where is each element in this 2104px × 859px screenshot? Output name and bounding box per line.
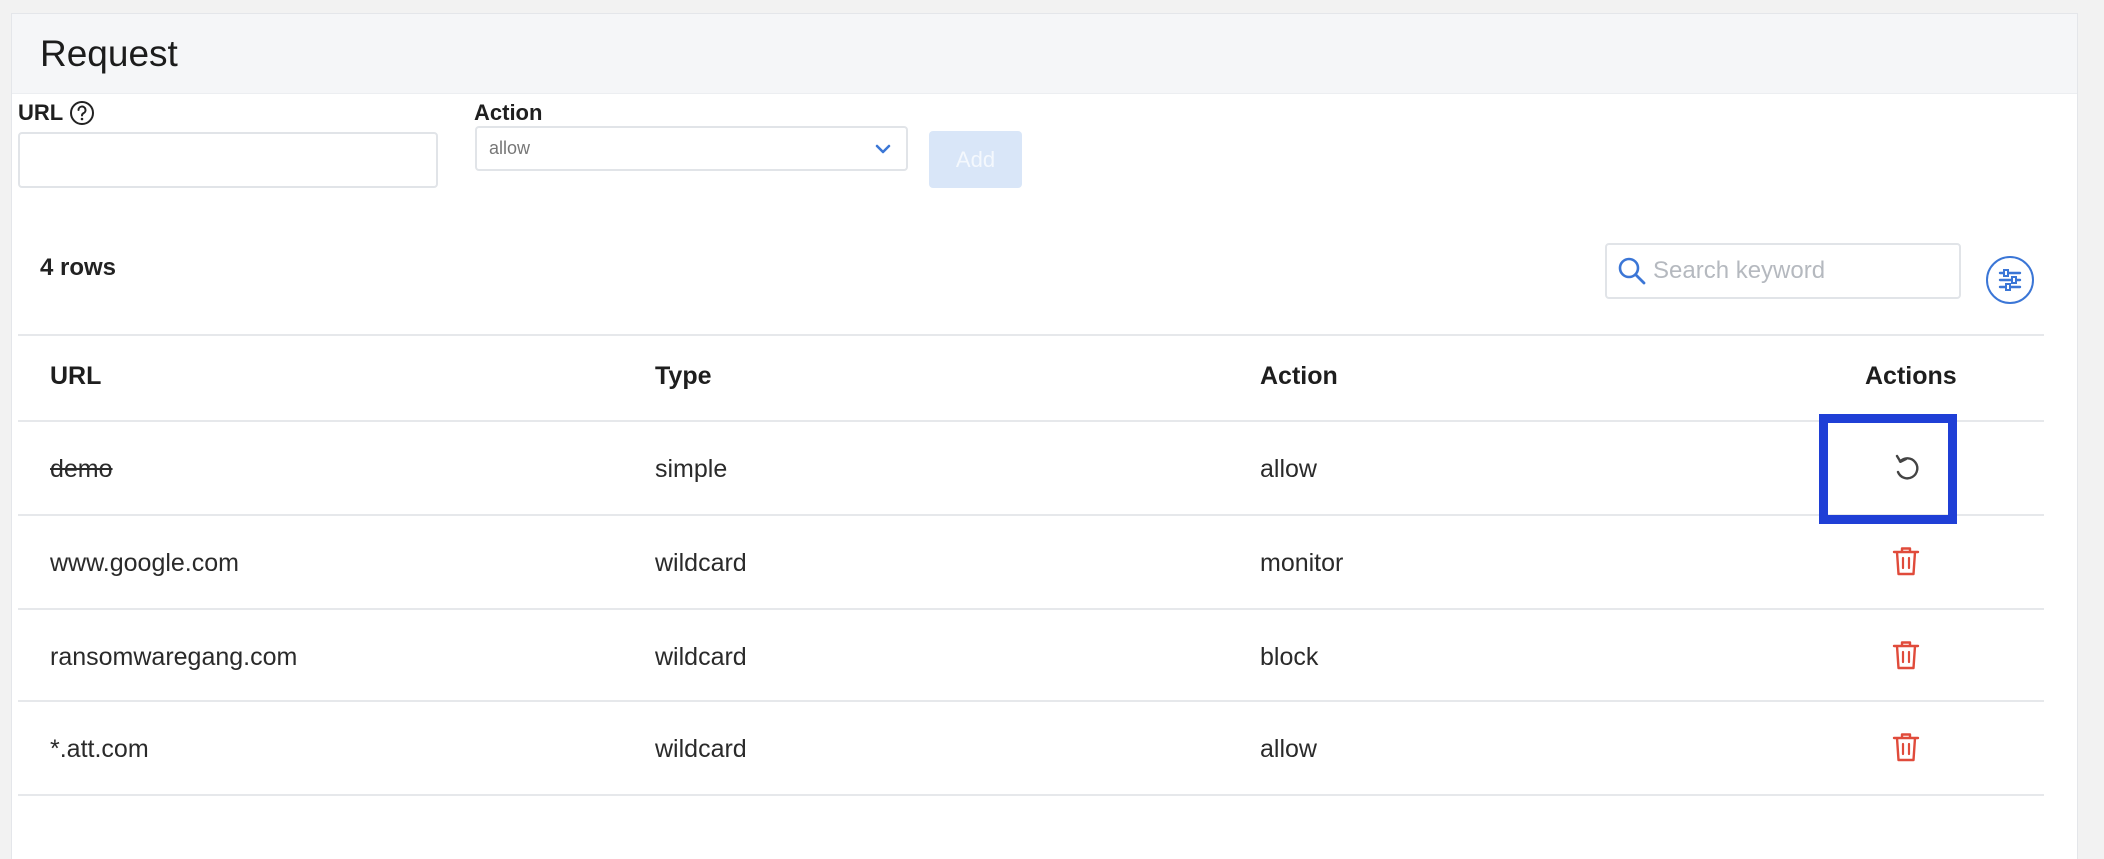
row-type: wildcard [655,643,747,671]
table-row: demo simple allow [18,422,2044,514]
row-url: demo [50,455,113,483]
action-select[interactable]: allow [475,126,908,171]
panel-title: Request [40,32,178,74]
url-label-group: URL [18,100,95,126]
table-top-divider [18,334,2044,336]
rows-count: 4 rows [40,254,117,281]
row-url: *.att.com [50,735,149,763]
add-button[interactable]: Add [929,131,1022,188]
row-action: allow [1260,455,1317,483]
column-settings-button[interactable] [1986,256,2034,304]
header-actions: Actions [1865,362,1957,390]
search-input[interactable] [1653,257,1953,285]
header-type[interactable]: Type [655,362,712,391]
row-url: www.google.com [50,549,239,577]
row-url: ransomwaregang.com [50,643,298,671]
action-label: Action [474,100,543,125]
header-url[interactable]: URL [50,362,101,391]
trash-icon[interactable] [1890,638,1922,672]
sliders-icon [1998,269,2022,291]
row-type: wildcard [655,549,747,577]
row-type: simple [655,455,728,483]
trash-icon[interactable] [1890,544,1922,578]
chevron-down-icon [875,144,891,153]
highlight-box [1819,414,1957,524]
trash-icon[interactable] [1890,730,1922,764]
action-select-value: allow [489,138,531,158]
row-action: monitor [1260,549,1344,577]
action-label-group: Action [474,100,542,126]
search-box[interactable] [1605,243,1961,299]
row-action: block [1260,643,1319,671]
url-label: URL [18,100,64,125]
rules-table: URL Type Action Actions demo simple allo… [18,320,2044,800]
row-action: allow [1260,735,1317,763]
header-action[interactable]: Action [1260,362,1338,391]
url-input[interactable] [18,132,438,188]
help-circle-icon[interactable] [69,100,95,126]
search-icon [1618,257,1646,285]
panel-header: Request [12,14,2077,94]
table-bottom-divider [18,794,2044,796]
table-row: ransomwaregang.com wildcard block [18,610,2044,702]
table-row: www.google.com wildcard monitor [18,516,2044,608]
table-row: *.att.com wildcard allow [18,702,2044,794]
row-type: wildcard [655,735,747,763]
